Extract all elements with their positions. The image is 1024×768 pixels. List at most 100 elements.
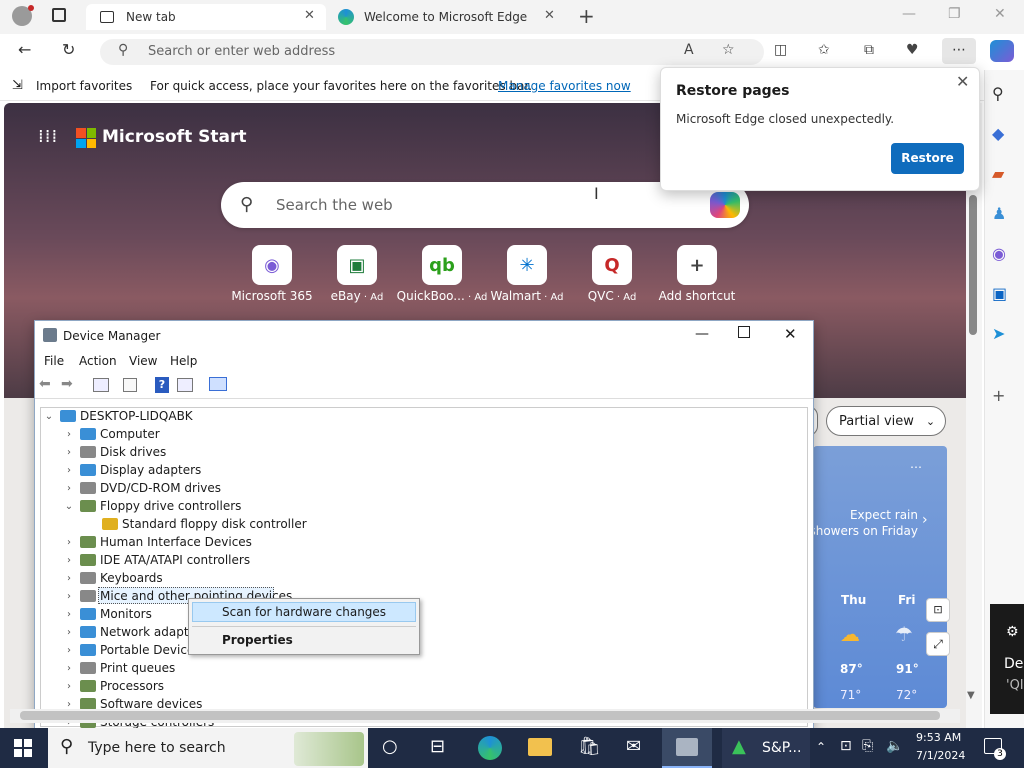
task-view-icon[interactable]: ⊟ [430,736,445,757]
tree-category[interactable]: › Processors [64,677,164,695]
scroll-down-icon[interactable]: ▼ [967,690,975,701]
back-arrow-icon[interactable]: ⬅ [39,376,51,392]
dm-titlebar[interactable]: Device Manager — ✕ [35,321,813,351]
browser-essentials-icon[interactable]: ♥ [906,42,919,58]
store-icon[interactable]: 🛍 [578,736,601,757]
split-screen-icon[interactable]: ◫ [774,42,787,58]
tree-root[interactable]: ⌄ DESKTOP-LIDQABK [44,407,193,425]
shopping-tag-icon[interactable]: ◆ [992,124,1004,143]
chevron-right-icon[interactable]: › [64,591,74,602]
chevron-right-icon[interactable]: › [922,512,928,528]
quick-link-tile[interactable]: + [677,245,717,285]
menu-action[interactable]: Action [79,354,117,368]
tree-category[interactable]: ⌄ Floppy drive controllers [64,497,242,515]
edge-taskbar-icon[interactable] [478,736,502,760]
refresh-icon[interactable]: ↻ [62,40,75,59]
minimize-icon[interactable]: — [695,326,709,342]
chevron-right-icon[interactable]: › [64,609,74,620]
people-icon[interactable]: ♟ [992,204,1006,223]
tree-category[interactable]: › Keyboards [64,569,163,587]
quick-link-tile[interactable]: ▣ [337,245,377,285]
tree-category[interactable]: › Monitors [64,605,152,623]
search-icon[interactable]: ⚲ [992,84,1004,103]
dinosaur-highlight-icon[interactable] [294,732,364,766]
more-menu-button[interactable]: ⋯ [942,38,976,64]
view-tree-icon[interactable] [93,378,109,392]
weather-card[interactable] [813,446,947,708]
gear-icon[interactable]: ⚙ [1006,624,1019,640]
forward-arrow-icon[interactable]: ➡ [61,376,73,392]
tab-close-icon[interactable]: ✕ [544,8,555,23]
collections-icon[interactable]: ⧉ [864,42,874,58]
read-aloud-icon[interactable]: A [684,42,694,58]
menu-item-properties[interactable]: Properties [222,633,293,647]
image-search-icon[interactable]: ⊡ [926,598,950,622]
tree-category[interactable]: › Human Interface Devices [64,533,252,551]
app-launcher-icon[interactable]: ⁞⁞⁞ [38,126,58,147]
ime-icon[interactable]: ⎘ [862,738,873,754]
new-tab-icon[interactable]: + [578,4,595,28]
update-driver-icon[interactable] [177,378,193,392]
expand-icon[interactable]: ⤢ [926,632,950,656]
scan-hardware-icon[interactable] [209,377,227,391]
favorites-icon[interactable]: ✩ [818,42,830,58]
copilot-icon[interactable] [710,192,740,218]
volume-icon[interactable]: 🔈 [886,738,903,754]
weather-forecast[interactable]: Expect rain showers on Friday [804,507,918,539]
chevron-right-icon[interactable]: › [64,447,74,458]
tree-category[interactable]: › DVD/CD-ROM drives [64,479,221,497]
mail-icon[interactable]: ✉ [626,736,641,757]
tree-device-item[interactable]: Standard floppy disk controller [102,515,307,533]
manage-favorites-link[interactable]: Manage favorites now [498,79,631,93]
chevron-right-icon[interactable]: › [64,645,74,656]
tools-icon[interactable]: ▰ [992,164,1004,183]
chevron-right-icon[interactable]: › [64,537,74,548]
menu-view[interactable]: View [129,354,157,368]
tree-category[interactable]: › Portable Devices [64,641,201,659]
chevron-down-icon[interactable]: ⌄ [44,411,54,422]
close-icon[interactable]: ✕ [956,72,969,91]
chevron-right-icon[interactable]: › [64,465,74,476]
import-favorites-button[interactable]: Import favorites [36,79,132,93]
start-windows-icon[interactable] [14,739,32,757]
close-window-icon[interactable]: ✕ [784,325,797,343]
cortana-icon[interactable]: ○ [382,736,398,757]
tree-category[interactable]: › Print queues [64,659,175,677]
tab-welcome[interactable]: Welcome to Microsoft Edge [330,4,562,30]
tab-close-icon[interactable]: ✕ [304,8,315,23]
scrollbar-thumb[interactable] [969,195,977,335]
back-icon[interactable]: ← [18,40,31,59]
tree-category[interactable]: › IDE ATA/ATAPI controllers [64,551,250,569]
chevron-down-icon[interactable]: ⌄ [64,501,74,512]
chevron-right-icon[interactable]: › [64,681,74,692]
help-icon[interactable]: ? [155,377,169,393]
chevron-right-icon[interactable]: › [64,663,74,674]
minimize-icon[interactable]: — [902,6,916,22]
favorite-star-icon[interactable]: ☆ [722,42,735,58]
maximize-icon[interactable] [738,326,750,338]
quick-link-tile[interactable]: ◉ [252,245,292,285]
restore-button[interactable]: Restore [891,143,964,174]
menu-help[interactable]: Help [170,354,197,368]
dm-hscroll-thumb[interactable] [20,711,940,720]
chevron-right-icon[interactable]: › [64,699,74,710]
restore-icon[interactable]: ❐ [948,6,961,22]
chevron-right-icon[interactable]: › [64,627,74,638]
quick-link-tile[interactable]: ✳ [507,245,547,285]
telegram-icon[interactable]: ➤ [992,324,1005,343]
quick-link-tile[interactable]: Q [592,245,632,285]
office-icon[interactable]: ◉ [992,244,1006,263]
tree-category[interactable]: › Computer [64,425,160,443]
quick-link-tile[interactable]: qb [422,245,462,285]
properties-icon[interactable] [123,378,137,392]
more-options-icon[interactable]: ⋯ [910,460,922,474]
chevron-up-icon[interactable]: ⌃ [816,740,826,754]
add-sidebar-icon[interactable]: + [992,386,1005,405]
clock-date[interactable]: 7/1/2024 [916,749,965,762]
clock-time[interactable]: 9:53 AM [916,731,961,744]
chevron-right-icon[interactable]: › [64,429,74,440]
chevron-right-icon[interactable]: › [64,573,74,584]
tab-new-tab[interactable]: New tab [86,4,326,30]
tab-actions-icon[interactable] [52,8,66,22]
copilot-icon[interactable] [990,40,1014,62]
